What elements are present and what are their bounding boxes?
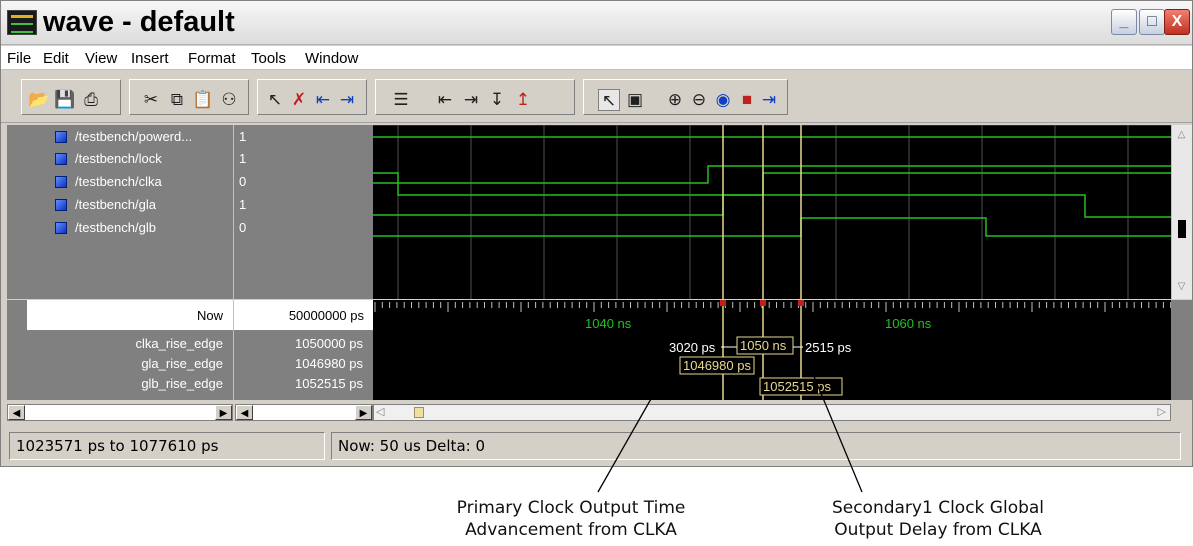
caption-primary-line: Primary Clock Output Time — [456, 498, 686, 518]
caption-primary-line: Advancement from CLKA — [465, 520, 677, 540]
screenshot-root: wave - default _ □ X File Edit View Inse… — [0, 0, 1193, 546]
caption-secondary-line: Secondary1 Clock Global — [831, 498, 1045, 518]
arrow-secondary — [807, 360, 863, 493]
caption-secondary-line: Output Delay from CLKA — [834, 520, 1042, 540]
caption-secondary: Secondary1 Clock Global Output Delay fro… — [808, 497, 1068, 541]
caption-primary: Primary Clock Output Time Advancement fr… — [421, 497, 721, 541]
annotation-arrows — [597, 360, 863, 493]
arrow-primary — [597, 360, 673, 493]
